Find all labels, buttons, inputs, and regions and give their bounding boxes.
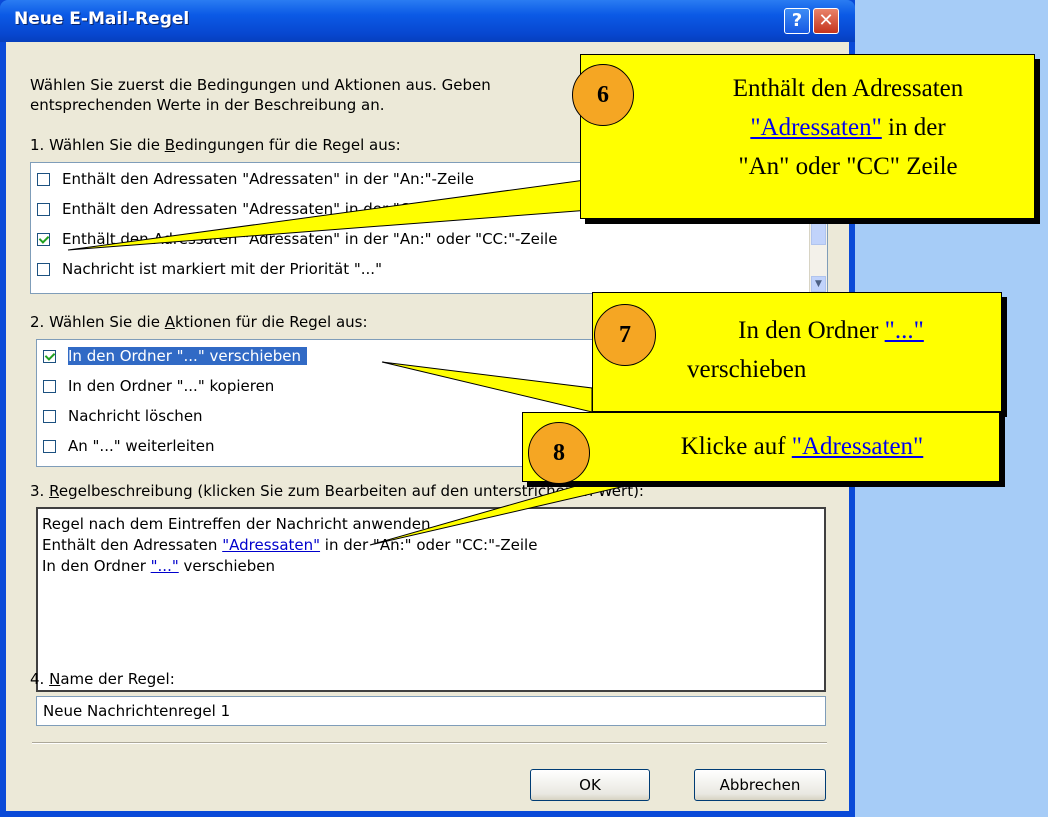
- condition-label: Enthält den Adressaten "Adressaten" in d…: [62, 170, 475, 188]
- condition-checkbox[interactable]: [37, 202, 50, 216]
- condition-item[interactable]: Nachricht ist markiert mit der Priorität…: [37, 257, 382, 281]
- callout-8-badge: 8: [528, 422, 590, 484]
- help-button[interactable]: ?: [784, 8, 810, 34]
- ok-button[interactable]: OK: [530, 769, 650, 801]
- conditions-heading: 1. Wählen Sie die Bedingungen für die Re…: [30, 136, 401, 154]
- action-label: Nachricht löschen: [68, 407, 203, 425]
- callout-6-text: Enthält den Adressaten "Adressaten" in d…: [732, 75, 964, 180]
- rule-name-label: 4. Name der Regel:: [30, 670, 175, 688]
- cancel-button[interactable]: Abbrechen: [694, 769, 826, 801]
- recipients-link[interactable]: "Adressaten": [222, 536, 320, 554]
- condition-checkbox[interactable]: [37, 172, 50, 186]
- callout-8: Klicke auf "Adressaten": [522, 412, 1000, 482]
- callout-6: Enthält den Adressaten "Adressaten" in d…: [580, 54, 1035, 219]
- condition-item[interactable]: Enthält den Adressaten "Adressaten" in d…: [37, 197, 475, 221]
- description-line-1: Regel nach dem Eintreffen der Nachricht …: [42, 515, 436, 533]
- rule-description-box[interactable]: Regel nach dem Eintreffen der Nachricht …: [36, 507, 826, 692]
- condition-item[interactable]: Enthält den Adressaten "Adressaten" in d…: [37, 227, 557, 251]
- action-checkbox[interactable]: [43, 409, 56, 423]
- callout-7: In den Ordner "..." verschieben: [592, 292, 1002, 412]
- callout-7-badge: 7: [594, 304, 656, 366]
- divider: [32, 742, 827, 744]
- action-checkbox[interactable]: [43, 439, 56, 453]
- condition-checkbox[interactable]: [37, 262, 50, 276]
- title-bar[interactable]: Neue E-Mail-Regel ? ✕: [0, 0, 855, 42]
- condition-item[interactable]: Enthält den Adressaten "Adressaten" in d…: [37, 167, 474, 191]
- condition-label: Enthält den Adressaten "Adressaten" in d…: [62, 230, 558, 248]
- action-label: In den Ordner "..." verschieben: [68, 347, 307, 365]
- action-item[interactable]: In den Ordner "..." verschieben: [43, 344, 307, 368]
- rule-name-input[interactable]: Neue Nachrichtenregel 1: [36, 696, 826, 726]
- condition-label: Enthält den Adressaten "Adressaten" in d…: [62, 200, 476, 218]
- action-item[interactable]: An "..." weiterleiten: [43, 434, 215, 458]
- description-line-3: In den Ordner "..." verschieben: [42, 557, 276, 575]
- intro-line-1: Wählen Sie zuerst die Bedingungen und Ak…: [30, 76, 491, 94]
- action-label: An "..." weiterleiten: [68, 437, 215, 455]
- action-checkbox[interactable]: [43, 379, 56, 393]
- action-checkbox[interactable]: [43, 349, 56, 363]
- action-item[interactable]: In den Ordner "..." kopieren: [43, 374, 274, 398]
- condition-label: Nachricht ist markiert mit der Priorität…: [62, 260, 382, 278]
- callout-6-badge: 6: [572, 64, 634, 126]
- callout-7-text: In den Ordner "..." verschieben: [687, 317, 924, 383]
- folder-link[interactable]: "...": [151, 557, 179, 575]
- actions-heading: 2. Wählen Sie die Aktionen für die Regel…: [30, 313, 368, 331]
- window-title: Neue E-Mail-Regel: [14, 9, 190, 29]
- close-button[interactable]: ✕: [813, 8, 839, 34]
- description-heading: 3. Regelbeschreibung (klicken Sie zum Be…: [30, 482, 644, 500]
- scroll-down-icon[interactable]: ▼: [811, 276, 826, 292]
- intro-line-2: entsprechenden Werte in der Beschreibung…: [30, 96, 385, 114]
- action-item[interactable]: Nachricht löschen: [43, 404, 203, 428]
- callout-8-text: Klicke auf "Adressaten": [680, 433, 924, 460]
- description-line-2: Enthält den Adressaten "Adressaten" in d…: [42, 536, 538, 554]
- condition-checkbox[interactable]: [37, 232, 50, 246]
- scroll-thumb[interactable]: [811, 223, 826, 245]
- action-label: In den Ordner "..." kopieren: [68, 377, 275, 395]
